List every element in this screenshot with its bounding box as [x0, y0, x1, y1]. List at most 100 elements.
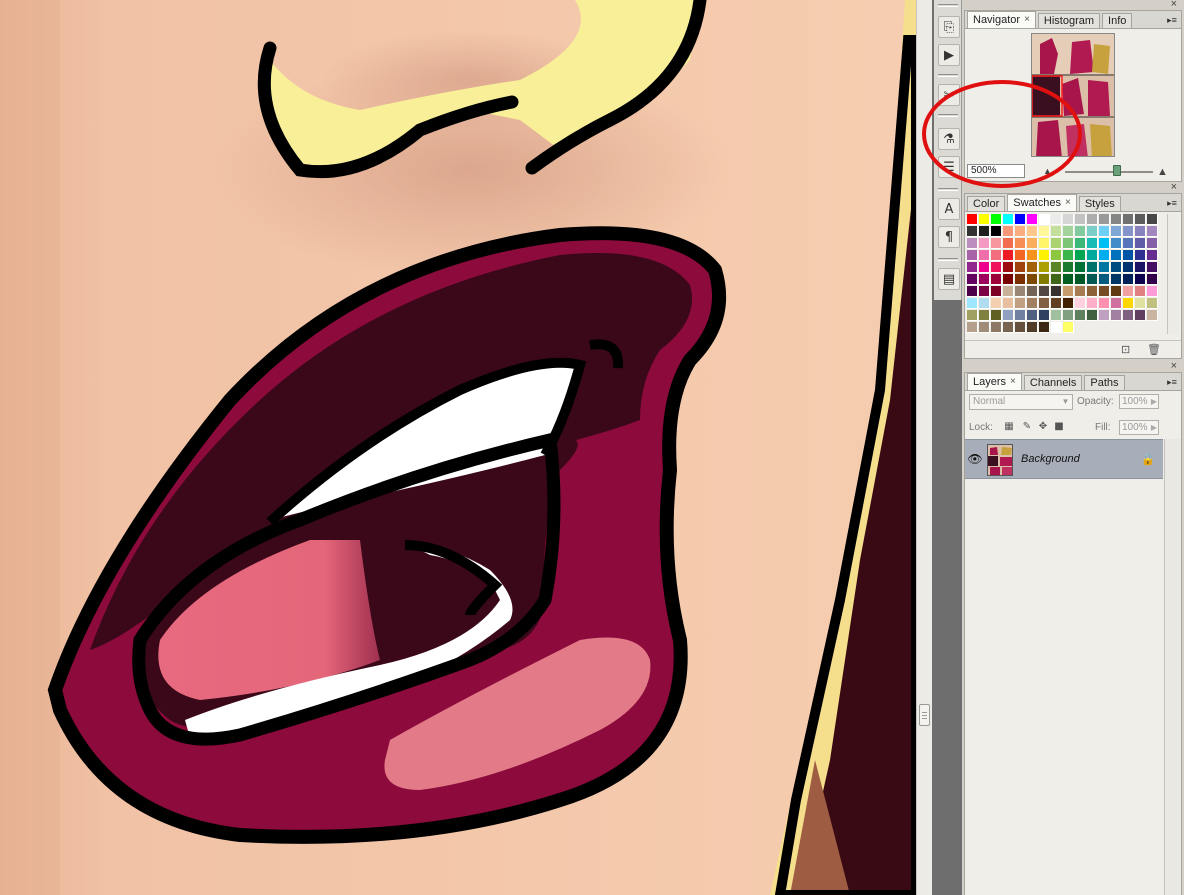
swatch[interactable] [1099, 226, 1110, 237]
swatch[interactable] [991, 310, 1002, 321]
swatch[interactable] [1063, 298, 1074, 309]
swatch[interactable] [1099, 298, 1110, 309]
swatch[interactable] [1075, 214, 1086, 225]
swatch[interactable] [991, 322, 1002, 333]
swatch[interactable] [1039, 214, 1050, 225]
swatch[interactable] [979, 262, 990, 273]
tab-paths[interactable]: Paths [1084, 375, 1125, 390]
swatch[interactable] [1063, 238, 1074, 249]
swatch[interactable] [1099, 250, 1110, 261]
swatch[interactable] [1087, 250, 1098, 261]
swatch[interactable] [1051, 262, 1062, 273]
swatch[interactable] [1147, 226, 1158, 237]
swatch[interactable] [1003, 286, 1014, 297]
swatch[interactable] [1147, 310, 1158, 321]
swatch[interactable] [991, 226, 1002, 237]
swatch[interactable] [1135, 274, 1146, 285]
swatch[interactable] [1147, 298, 1158, 309]
scroll-thumb[interactable] [919, 704, 930, 726]
swatch[interactable] [1135, 310, 1146, 321]
swatch[interactable] [1015, 310, 1026, 321]
swatch[interactable] [1015, 262, 1026, 273]
panel-menu-icon[interactable]: ▸≡ [1166, 15, 1178, 25]
swatch[interactable] [1015, 238, 1026, 249]
layers-scrollbar[interactable] [1164, 439, 1181, 895]
swatch[interactable] [1099, 274, 1110, 285]
opacity-input[interactable]: 100% ▶ [1119, 394, 1159, 409]
swatch[interactable] [1087, 310, 1098, 321]
swatch[interactable] [1111, 238, 1122, 249]
swatch[interactable] [1087, 226, 1098, 237]
swatch[interactable] [1015, 286, 1026, 297]
swatch[interactable] [1051, 310, 1062, 321]
zoom-in-icon[interactable]: ▲ [1157, 166, 1168, 178]
swatch[interactable] [1063, 262, 1074, 273]
swatch[interactable] [967, 322, 978, 333]
swatch[interactable] [1123, 250, 1134, 261]
swatch[interactable] [1135, 214, 1146, 225]
swatch[interactable] [979, 322, 990, 333]
swatch[interactable] [1039, 226, 1050, 237]
close-panel-icon[interactable]: × [1171, 182, 1177, 193]
swatch[interactable] [1135, 226, 1146, 237]
swatch[interactable] [979, 298, 990, 309]
swatch[interactable] [967, 310, 978, 321]
swatch[interactable] [979, 238, 990, 249]
swatch[interactable] [1135, 262, 1146, 273]
swatch[interactable] [1039, 310, 1050, 321]
swatch[interactable] [1063, 286, 1074, 297]
swatch[interactable] [1015, 298, 1026, 309]
swatch[interactable] [1123, 274, 1134, 285]
lock-all-icon[interactable]: ■ [1053, 421, 1065, 433]
panel-menu-icon[interactable]: ▸≡ [1166, 198, 1178, 208]
swatch[interactable] [1111, 286, 1122, 297]
fill-input[interactable]: 100% ▶ [1119, 420, 1159, 435]
swatch[interactable] [1075, 250, 1086, 261]
swatch[interactable] [1075, 310, 1086, 321]
swatch[interactable] [967, 250, 978, 261]
swatch[interactable] [1027, 226, 1038, 237]
swatch[interactable] [1051, 214, 1062, 225]
swatch[interactable] [1003, 226, 1014, 237]
tab-swatches[interactable]: Swatches × [1007, 194, 1077, 211]
document-canvas[interactable] [0, 0, 916, 895]
swatch[interactable] [1051, 322, 1062, 333]
swatch[interactable] [979, 214, 990, 225]
actions-play-icon[interactable]: ▶ [938, 44, 960, 66]
swatch[interactable] [1003, 322, 1014, 333]
swatch[interactable] [967, 286, 978, 297]
swatch[interactable] [1051, 250, 1062, 261]
swatch[interactable] [1087, 286, 1098, 297]
swatch[interactable] [1003, 274, 1014, 285]
swatch[interactable] [1087, 274, 1098, 285]
swatch[interactable] [1123, 238, 1134, 249]
swatch[interactable] [1003, 238, 1014, 249]
swatches-scrollbar[interactable] [1167, 214, 1179, 334]
tab-navigator[interactable]: Navigator × [967, 11, 1036, 28]
lock-position-icon[interactable]: ✥ [1037, 421, 1049, 433]
tab-channels[interactable]: Channels [1023, 375, 1083, 390]
swatch[interactable] [1111, 298, 1122, 309]
close-panel-icon[interactable]: × [1171, 361, 1177, 372]
swatch[interactable] [1051, 274, 1062, 285]
swatch[interactable] [967, 274, 978, 285]
swatch[interactable] [1051, 226, 1062, 237]
swatch[interactable] [1003, 214, 1014, 225]
swatch[interactable] [1099, 214, 1110, 225]
swatch[interactable] [1135, 286, 1146, 297]
swatch[interactable] [1051, 298, 1062, 309]
swatch[interactable] [967, 298, 978, 309]
close-tab-icon[interactable]: × [1065, 196, 1071, 210]
swatch[interactable] [1087, 214, 1098, 225]
panel-menu-icon[interactable]: ▸≡ [1166, 377, 1178, 387]
swatch[interactable] [1003, 298, 1014, 309]
swatch[interactable] [1003, 250, 1014, 261]
swatch[interactable] [1039, 238, 1050, 249]
swatch[interactable] [1051, 286, 1062, 297]
swatch[interactable] [1123, 298, 1134, 309]
swatch[interactable] [1039, 262, 1050, 273]
swatch[interactable] [1039, 298, 1050, 309]
swatch[interactable] [991, 250, 1002, 261]
swatch[interactable] [1075, 274, 1086, 285]
swatch[interactable] [1003, 310, 1014, 321]
